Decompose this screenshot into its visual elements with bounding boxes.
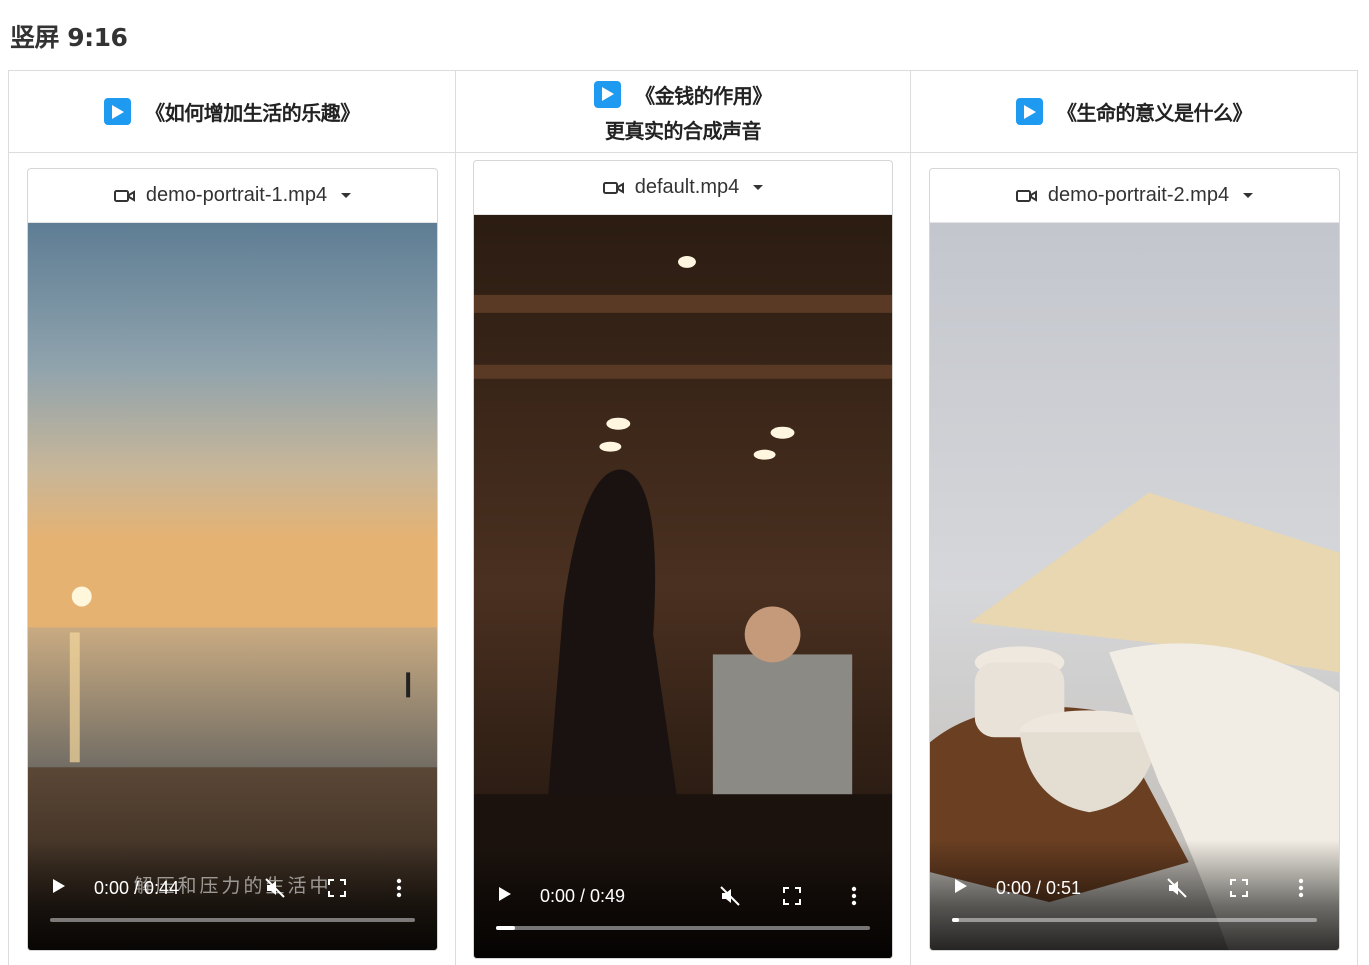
video-grid: 《如何增加生活的乐趣》 demo-portrait-1.mp4 解压和压力的生活… — [8, 70, 1358, 965]
time-display: 0:00 / 0:51 — [996, 877, 1082, 898]
caret-down-icon — [341, 193, 352, 198]
fullscreen-icon[interactable] — [778, 882, 806, 910]
more-vertical-icon[interactable] — [385, 874, 413, 902]
video-player[interactable]: 0:00 / 0:49 — [474, 215, 892, 958]
caret-down-icon — [1243, 193, 1254, 198]
column-subtitle: 更真实的合成声音 — [605, 118, 762, 143]
volume-muted-icon[interactable] — [261, 874, 289, 902]
video-column-1: 《如何增加生活的乐趣》 demo-portrait-1.mp4 解压和压力的生活… — [9, 71, 456, 965]
video-column-3: 《生命的意义是什么》 demo-portrait-2.mp4 0:00 / 0:… — [911, 71, 1357, 965]
more-vertical-icon[interactable] — [840, 882, 868, 910]
volume-muted-icon[interactable] — [1163, 874, 1191, 902]
play-badge-icon — [1016, 98, 1043, 125]
column-header: 《金钱的作用》 更真实的合成声音 — [456, 71, 910, 153]
file-selector[interactable]: default.mp4 — [474, 161, 892, 215]
file-name: demo-portrait-1.mp4 — [145, 184, 328, 206]
video-player[interactable]: 解压和压力的生活中 0:00 / 0:44 — [28, 223, 437, 950]
fullscreen-icon[interactable] — [323, 874, 351, 902]
play-badge-icon — [594, 80, 622, 108]
file-selector[interactable]: demo-portrait-2.mp4 — [930, 169, 1339, 223]
column-title: 《生命的意义是什么》 — [1057, 101, 1253, 125]
video-card: demo-portrait-2.mp4 0:00 / 0:51 — [929, 168, 1340, 951]
progress-fill — [496, 926, 515, 930]
time-display: 0:00 / 0:44 — [94, 877, 180, 898]
progress-fill — [952, 918, 960, 922]
video-card: demo-portrait-1.mp4 解压和压力的生活中 0:00 / 0:4… — [27, 168, 438, 951]
video-frame-bar-scene — [474, 215, 892, 958]
play-icon[interactable] — [498, 886, 512, 907]
column-title: 《如何增加生活的乐趣》 — [145, 101, 360, 125]
file-selector[interactable]: demo-portrait-1.mp4 — [28, 169, 437, 223]
column-header: 《生命的意义是什么》 — [911, 71, 1357, 153]
progress-bar[interactable] — [952, 918, 1317, 922]
video-camera-icon — [602, 181, 624, 194]
video-player[interactable]: 0:00 / 0:51 — [930, 223, 1339, 950]
play-icon[interactable] — [954, 878, 968, 899]
page-title: 竖屏 9:16 — [10, 23, 128, 52]
video-controls: 0:00 / 0:51 — [930, 840, 1339, 950]
video-column-2: 《金钱的作用》 更真实的合成声音 default.mp4 0:00 / 0:49 — [456, 71, 911, 965]
video-camera-icon — [1015, 189, 1037, 202]
video-card: default.mp4 0:00 / 0:49 — [473, 160, 893, 959]
video-controls: 解压和压力的生活中 0:00 / 0:44 — [28, 840, 437, 950]
time-display: 0:00 / 0:49 — [540, 885, 626, 906]
more-vertical-icon[interactable] — [1287, 874, 1315, 902]
progress-bar[interactable] — [496, 926, 870, 930]
video-controls: 0:00 / 0:49 — [474, 848, 892, 958]
column-header: 《如何增加生活的乐趣》 — [9, 71, 455, 153]
play-badge-icon — [104, 98, 132, 125]
column-title: 《金钱的作用》 — [635, 83, 772, 108]
caret-down-icon — [753, 185, 764, 190]
file-name: demo-portrait-2.mp4 — [1047, 184, 1230, 206]
file-name: default.mp4 — [634, 176, 740, 198]
play-icon[interactable] — [52, 878, 66, 899]
volume-muted-icon[interactable] — [716, 882, 744, 910]
fullscreen-icon[interactable] — [1225, 874, 1253, 902]
progress-bar[interactable] — [50, 918, 415, 922]
video-camera-icon — [113, 189, 135, 202]
